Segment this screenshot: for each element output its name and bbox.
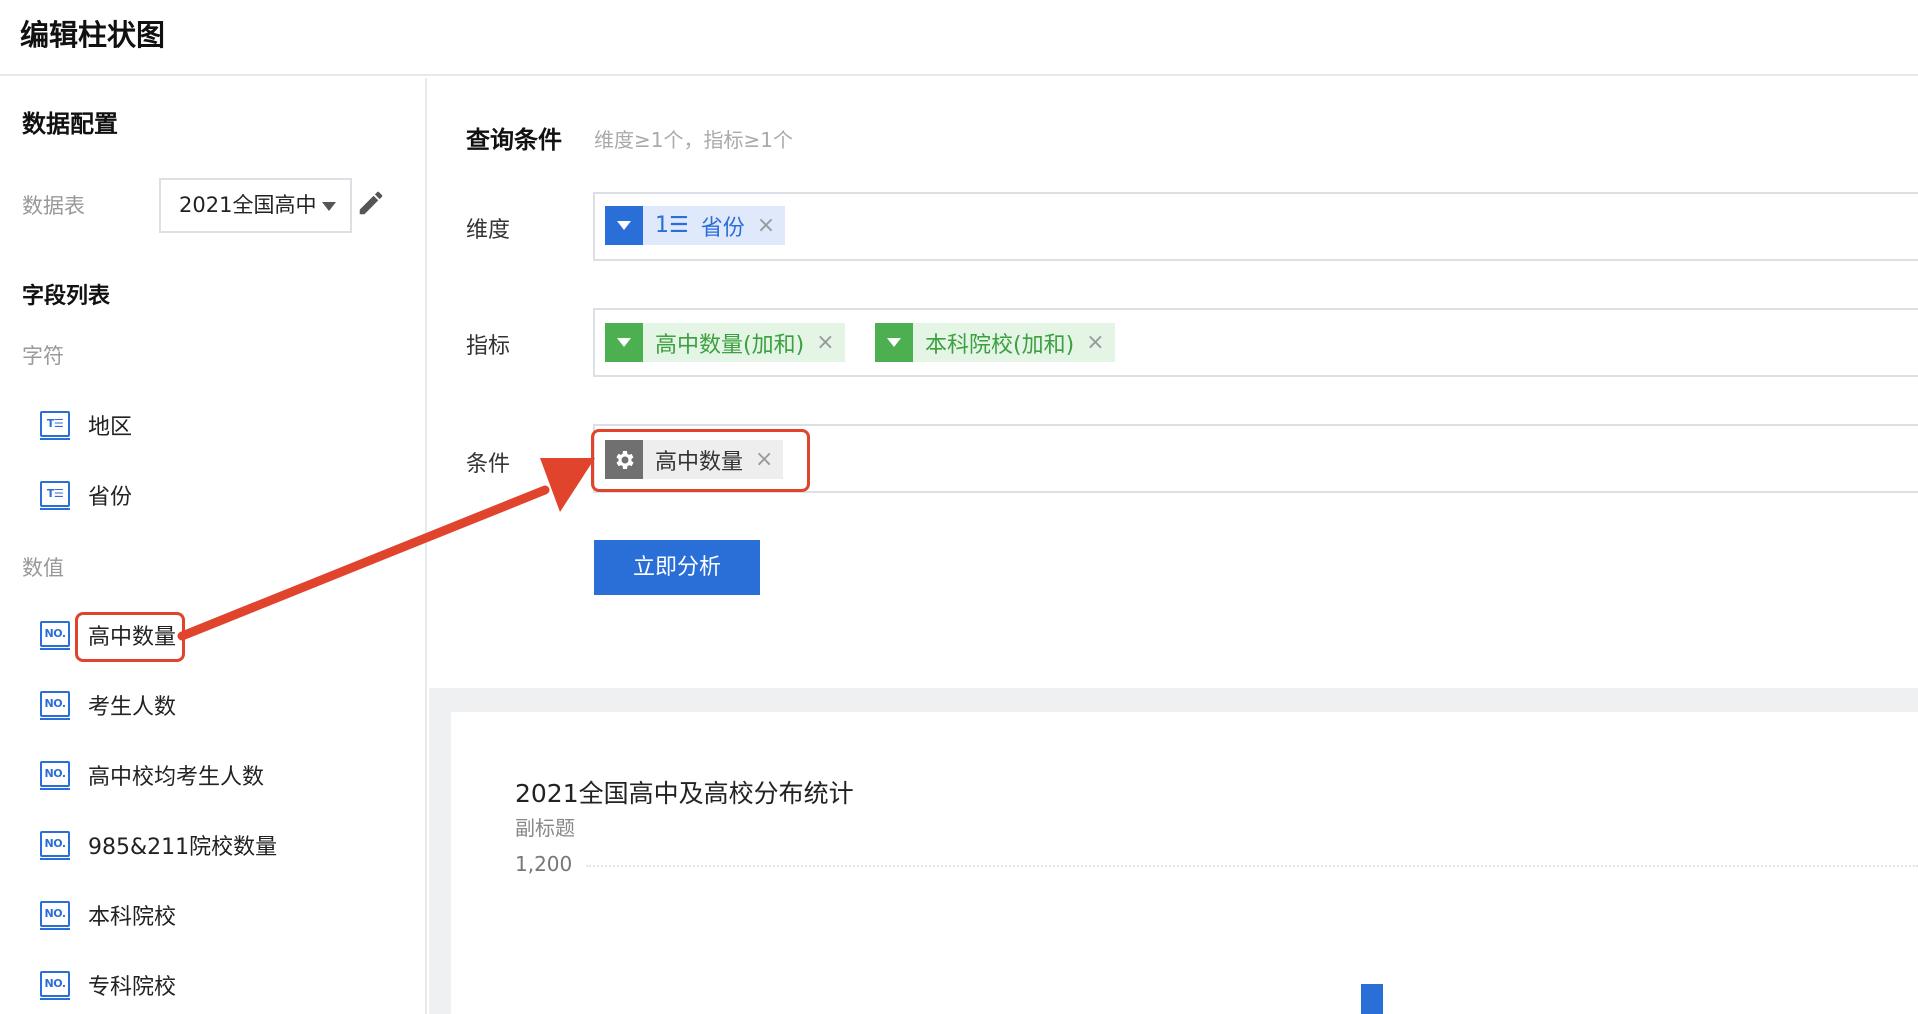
arrow-annotation — [177, 458, 595, 641]
arrow-shaft — [177, 485, 550, 641]
arrow-head — [540, 458, 595, 512]
